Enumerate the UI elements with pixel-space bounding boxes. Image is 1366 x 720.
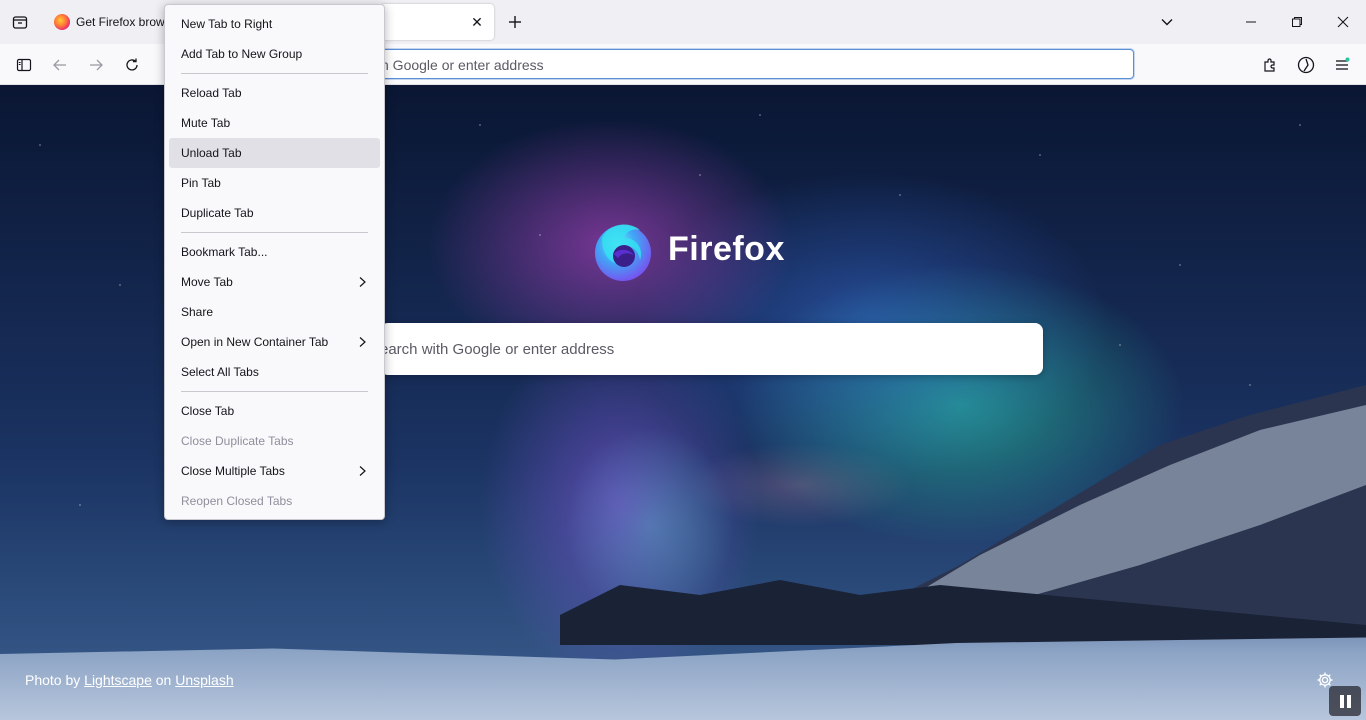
menu-separator — [181, 73, 368, 74]
pause-wallpaper-button[interactable] — [1329, 686, 1361, 716]
reload-icon — [126, 58, 138, 71]
tabs-list-icon — [12, 16, 28, 29]
pause-icon — [1339, 694, 1344, 708]
account-icon — [1297, 56, 1315, 74]
menu-item-duplicate-tab[interactable]: Duplicate Tab — [169, 198, 380, 228]
maximize-button[interactable] — [1274, 0, 1320, 44]
menu-item-unload-tab[interactable]: Unload Tab — [169, 138, 380, 168]
forward-button[interactable] — [83, 52, 109, 78]
tabs-list-button[interactable] — [8, 11, 32, 33]
tab-context-menu: New Tab to Right Add Tab to New Group Re… — [164, 4, 385, 520]
pause-icon — [1346, 694, 1351, 708]
tab-new-tab[interactable]: ✕ — [380, 4, 494, 40]
menu-item-add-tab-to-new-group[interactable]: Add Tab to New Group — [169, 39, 380, 69]
menu-item-new-tab-to-right[interactable]: New Tab to Right — [169, 9, 380, 39]
list-all-tabs-button[interactable] — [1156, 11, 1178, 33]
minimize-button[interactable] — [1228, 0, 1274, 44]
extensions-button[interactable] — [1257, 52, 1283, 78]
credit-prefix: Photo by — [25, 672, 81, 688]
firefox-favicon — [54, 14, 70, 30]
menu-item-close-duplicate-tabs: Close Duplicate Tabs — [181, 434, 294, 448]
menu-separator — [181, 232, 368, 233]
photo-credit: Photo by Lightscape on Unsplash — [25, 672, 234, 688]
extensions-icon — [1264, 58, 1275, 72]
menu-item-close-tab[interactable]: Close Tab — [169, 396, 380, 426]
menu-item-pin-tab[interactable]: Pin Tab — [169, 168, 380, 198]
menu-item-move-tab[interactable]: Move Tab — [169, 267, 380, 297]
back-button[interactable] — [47, 52, 73, 78]
sidebar-button[interactable] — [11, 52, 37, 78]
tab-title: Get Firefox brow — [76, 15, 165, 29]
credit-source-link[interactable]: Unsplash — [175, 672, 233, 688]
minimize-icon — [1246, 21, 1256, 23]
menu-item-close-multiple-tabs[interactable]: Close Multiple Tabs — [169, 456, 380, 486]
app-menu-button[interactable] — [1329, 52, 1355, 78]
menu-separator — [181, 391, 368, 392]
window-close-button[interactable] — [1320, 0, 1366, 44]
plus-icon — [509, 16, 521, 28]
firefox-logo — [595, 224, 651, 281]
chevron-right-icon — [359, 337, 366, 347]
chevron-right-icon — [359, 466, 366, 476]
menu-item-share[interactable]: Share — [169, 297, 380, 327]
menu-item-reopen-closed-tabs: Reopen Closed Tabs — [181, 494, 293, 508]
menu-item-mute-tab[interactable]: Mute Tab — [169, 108, 380, 138]
chevron-down-icon — [1161, 19, 1173, 26]
firefox-wordmark: Firefox — [668, 230, 785, 268]
maximize-icon — [1292, 17, 1302, 27]
chevron-right-icon — [359, 277, 366, 287]
back-icon — [53, 59, 66, 71]
window-close-icon — [1337, 16, 1349, 28]
url-bar[interactable]: h Google or enter address — [372, 49, 1134, 79]
menu-item-open-in-container-tab[interactable]: Open in New Container Tab — [169, 327, 380, 357]
forward-icon — [90, 59, 103, 71]
credit-on: on — [155, 672, 172, 688]
new-tab-button[interactable] — [504, 11, 526, 33]
content-search-box[interactable]: earch with Google or enter address — [380, 323, 1043, 375]
menu-item-select-all-tabs[interactable]: Select All Tabs — [169, 357, 380, 387]
account-button[interactable] — [1293, 52, 1319, 78]
menu-icon — [1336, 57, 1350, 70]
reload-button[interactable] — [119, 52, 145, 78]
search-placeholder: earch with Google or enter address — [380, 341, 615, 358]
close-icon[interactable]: ✕ — [468, 13, 486, 31]
menu-item-reload-tab[interactable]: Reload Tab — [169, 78, 380, 108]
url-placeholder: h Google or enter address — [381, 57, 544, 73]
sidebar-icon — [16, 58, 32, 72]
tab-get-firefox[interactable]: Get Firefox brow — [44, 4, 174, 40]
menu-item-bookmark-tab[interactable]: Bookmark Tab... — [169, 237, 380, 267]
credit-author-link[interactable]: Lightscape — [84, 672, 152, 688]
